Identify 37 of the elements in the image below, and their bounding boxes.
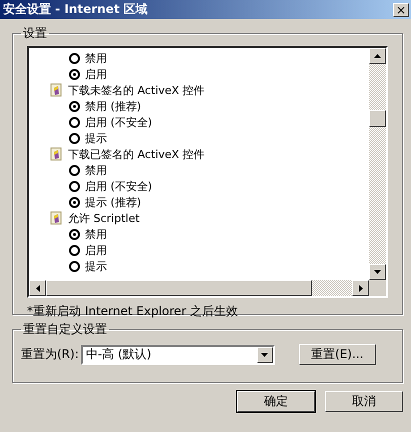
settings-icon: [49, 211, 63, 225]
scroll-thumb[interactable]: [369, 110, 386, 127]
field-label: 重置为(R):: [21, 346, 79, 363]
group-label: 设置: [22, 25, 48, 42]
radio-option[interactable]: 禁用: [49, 162, 369, 178]
radio-option[interactable]: 禁用: [49, 50, 369, 66]
window-title: 安全设置 - Internet 区域: [3, 1, 148, 18]
close-button[interactable]: ×: [393, 2, 409, 16]
vertical-scrollbar[interactable]: [369, 48, 386, 280]
radio-option[interactable]: 提示: [49, 130, 369, 146]
restart-note: *重新启动 Internet Explorer 之后生效: [27, 303, 240, 320]
level-dropdown[interactable]: 中-高 (默认): [80, 344, 275, 364]
settings-icon: [49, 147, 63, 161]
radio-option[interactable]: 启用 (不安全): [49, 178, 369, 194]
horizontal-scrollbar[interactable]: [29, 280, 386, 296]
radio-option[interactable]: 提示 (推荐): [49, 194, 369, 210]
reset-button[interactable]: 重置(E)...: [298, 344, 376, 365]
radio-option[interactable]: 启用 (不安全): [49, 114, 369, 130]
dropdown-arrow-icon: [261, 352, 268, 356]
up-arrow-icon: [374, 54, 381, 58]
radio-option[interactable]: 启用: [49, 242, 369, 258]
dialog-button[interactable]: 确定: [237, 391, 315, 412]
right-arrow-icon: [358, 284, 362, 292]
radio-option[interactable]: 启用: [49, 66, 369, 82]
radio-option[interactable]: 禁用: [49, 226, 369, 242]
group-label: 重置自定义设置: [22, 321, 108, 338]
radio-option[interactable]: 禁用 (推荐): [49, 98, 369, 114]
scroll-thumb[interactable]: [46, 280, 312, 296]
radio-option[interactable]: 提示: [49, 258, 369, 274]
down-arrow-icon: [374, 270, 381, 274]
setting-heading: 允许 Scriptlet: [68, 210, 140, 226]
dialog-button[interactable]: 取消: [325, 391, 403, 412]
setting-heading: 下载未签名的 ActiveX 控件: [68, 82, 205, 98]
scrollbar-corner: [369, 280, 386, 296]
setting-heading: 下载已签名的 ActiveX 控件: [68, 146, 205, 162]
left-arrow-icon: [36, 284, 40, 292]
settings-icon: [49, 83, 63, 97]
